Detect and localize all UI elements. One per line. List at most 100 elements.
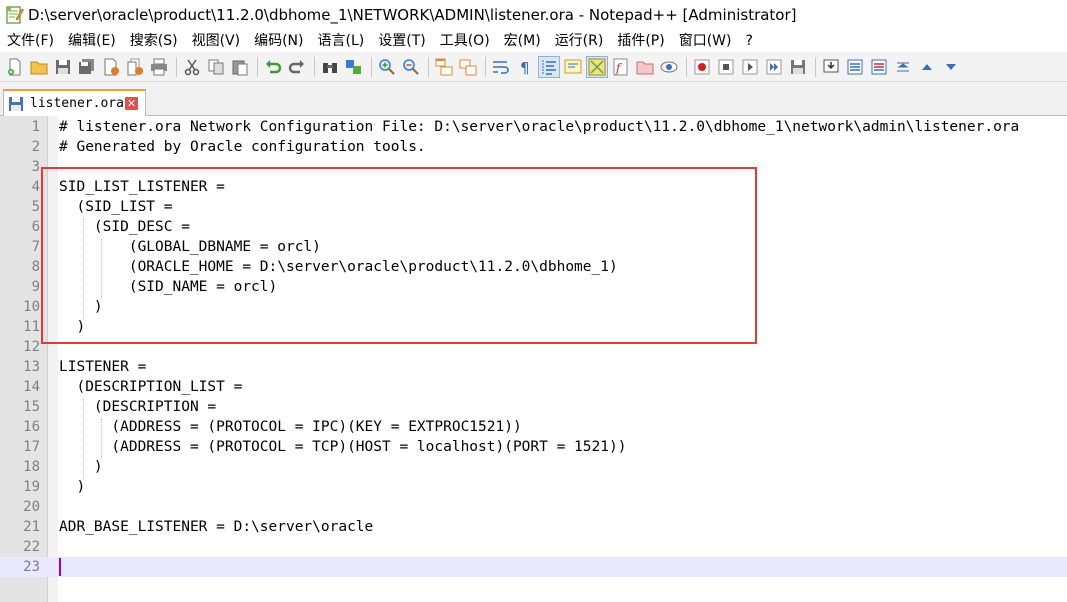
cut-button[interactable] <box>181 56 203 78</box>
run-macro-multiple-button[interactable] <box>763 56 785 78</box>
save-macro-button[interactable] <box>787 56 809 78</box>
editor-line[interactable]: 20 <box>0 497 1067 517</box>
line-number: 6 <box>31 219 40 235</box>
menu-language[interactable]: 语言(L) <box>311 30 372 52</box>
indent-guide-icon <box>542 59 556 75</box>
redo-button[interactable] <box>286 56 308 78</box>
document-map-icon <box>588 58 606 75</box>
zoom-out-button[interactable] <box>400 56 422 78</box>
line-number: 3 <box>31 159 40 175</box>
tab-bar: listener.ora ✕ <box>0 82 1067 116</box>
editor-line[interactable]: 2 # Generated by Oracle configuration too… <box>0 137 1067 157</box>
find-button[interactable] <box>319 56 341 78</box>
notepadpp-app-icon <box>6 6 24 24</box>
insert-icon <box>823 59 839 72</box>
folder-workspace-button[interactable] <box>634 56 656 78</box>
menu-window[interactable]: 窗口(W) <box>672 30 739 52</box>
editor-line[interactable]: 14 (DESCRIPTION_LIST = <box>0 377 1067 397</box>
function-list-button[interactable]: f <box>610 56 632 78</box>
navigate-down-button[interactable] <box>940 56 962 78</box>
save-button[interactable] <box>52 56 74 78</box>
paste-icon <box>232 60 248 75</box>
line-number: 13 <box>23 359 40 375</box>
open-file-button[interactable] <box>28 56 50 78</box>
udl-button[interactable] <box>562 56 584 78</box>
line-number: 10 <box>23 299 40 315</box>
word-wrap-button[interactable] <box>490 56 512 78</box>
indent-guide-button[interactable] <box>538 55 560 78</box>
editor-line[interactable]: 19 ) <box>0 477 1067 497</box>
line-number: 4 <box>31 179 40 195</box>
toolbar-separator <box>428 56 429 77</box>
plugin-button-1[interactable] <box>820 56 842 78</box>
save-all-button[interactable] <box>76 56 98 78</box>
menu-search[interactable]: 搜索(S) <box>123 30 185 52</box>
code-text: ) <box>59 479 86 495</box>
line-number: 12 <box>23 339 40 355</box>
code-text: # listener.ora Network Configuration Fil… <box>59 119 1020 135</box>
copy-button[interactable] <box>205 56 227 78</box>
editor-line[interactable]: 13 LISTENER = <box>0 357 1067 377</box>
menu-tools[interactable]: 工具(O) <box>433 30 497 52</box>
menu-view[interactable]: 视图(V) <box>185 30 248 52</box>
menu-help[interactable]: ? <box>739 30 760 52</box>
menu-file[interactable]: 文件(F) <box>0 30 61 52</box>
editor-line[interactable]: 1 # listener.ora Network Configuration Fi… <box>0 117 1067 137</box>
function-list-icon: f <box>613 58 628 75</box>
paste-button[interactable] <box>229 56 251 78</box>
tab-listener-ora[interactable]: listener.ora ✕ <box>3 89 146 116</box>
editor-line[interactable]: 18 ) <box>0 457 1067 477</box>
menu-encoding[interactable]: 编码(N) <box>247 30 310 52</box>
sync-vertical-icon <box>435 58 453 75</box>
new-file-button[interactable] <box>4 56 26 78</box>
undo-button[interactable] <box>262 56 284 78</box>
print-button[interactable] <box>148 56 170 78</box>
sync-vertical-button[interactable] <box>433 56 455 78</box>
sync-horizontal-icon <box>459 59 477 75</box>
undo-icon <box>266 59 282 73</box>
list-icon <box>847 59 863 74</box>
save-icon <box>56 59 70 74</box>
menu-macro[interactable]: 宏(M) <box>497 30 548 52</box>
show-all-chars-button[interactable]: ¶ <box>514 56 536 78</box>
close-button[interactable] <box>100 56 122 78</box>
editor-line[interactable]: 15 (DESCRIPTION = <box>0 397 1067 417</box>
compare-icon <box>871 59 887 74</box>
stop-macro-button[interactable] <box>715 56 737 78</box>
editor-line[interactable]: 21 ADR_BASE_LISTENER = D:\server\oracle <box>0 517 1067 537</box>
tab-close-icon[interactable]: ✕ <box>124 97 138 110</box>
editor-line-current[interactable]: 23 <box>0 557 1067 577</box>
sync-horizontal-button[interactable] <box>457 56 479 78</box>
replace-button[interactable] <box>343 56 365 78</box>
menu-plugins[interactable]: 插件(P) <box>610 30 671 52</box>
line-number: 1 <box>31 119 40 135</box>
line-number: 23 <box>23 559 40 575</box>
play-macro-button[interactable] <box>739 56 761 78</box>
menu-edit[interactable]: 编辑(E) <box>61 30 123 52</box>
new-file-icon <box>8 58 21 75</box>
toolbar-separator <box>176 56 177 77</box>
menu-run[interactable]: 运行(R) <box>548 30 611 52</box>
record-macro-button[interactable] <box>691 56 713 78</box>
word-wrap-icon <box>493 60 509 74</box>
plugin-button-4[interactable] <box>892 56 914 78</box>
editor-line[interactable]: 17 (ADDRESS = (PROTOCOL = TCP)(HOST = lo… <box>0 437 1067 457</box>
replace-icon <box>346 59 361 74</box>
title-bar: D:\server\oracle\product\11.2.0\dbhome_1… <box>0 0 1067 30</box>
save-icon <box>9 96 23 111</box>
plugin-button-3[interactable] <box>868 56 890 78</box>
close-all-button[interactable] <box>124 56 146 78</box>
zoom-in-button[interactable] <box>376 56 398 78</box>
editor-line[interactable]: 16 (ADDRESS = (PROTOCOL = IPC)(KEY = EXT… <box>0 417 1067 437</box>
zoom-in-icon <box>379 58 395 75</box>
editor[interactable]: 1 # listener.ora Network Configuration Fi… <box>0 116 1067 602</box>
navigate-up-button[interactable] <box>916 56 938 78</box>
doc-map-button[interactable] <box>586 55 608 78</box>
code-text: (ADDRESS = (PROTOCOL = TCP)(HOST = local… <box>59 439 627 455</box>
monitoring-button[interactable] <box>658 56 680 78</box>
text-caret <box>59 558 61 576</box>
editor-line[interactable]: 22 <box>0 537 1067 557</box>
plugin-button-2[interactable] <box>844 56 866 78</box>
arrow-down-icon <box>946 63 956 70</box>
menu-settings[interactable]: 设置(T) <box>371 30 432 52</box>
